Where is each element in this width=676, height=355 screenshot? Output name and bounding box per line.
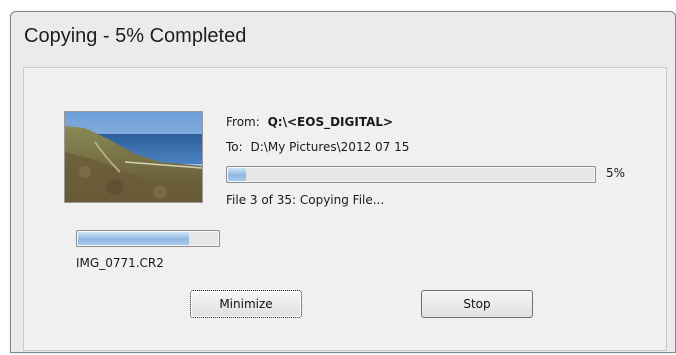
overall-progress-bar (226, 166, 596, 183)
window-title: Copying - 5% Completed (24, 25, 247, 47)
copy-dialog: Copying - 5% Completed From: Q:\<EOS_DIG… (10, 11, 676, 353)
from-label: From: (226, 115, 260, 129)
coastline-image-icon (65, 112, 202, 202)
from-value: Q:\<EOS_DIGITAL> (267, 115, 394, 129)
current-file-name: IMG_0771.CR2 (76, 256, 164, 270)
file-progress-fill (78, 232, 189, 245)
dialog-content: From: Q:\<EOS_DIGITAL> To: D:\My Picture… (23, 67, 667, 351)
to-row: To: D:\My Pictures\2012 07 15 (226, 140, 409, 154)
percent-text: 5% (606, 166, 626, 180)
stop-button[interactable]: Stop (421, 290, 533, 318)
from-row: From: Q:\<EOS_DIGITAL> (226, 115, 393, 129)
file-thumbnail (64, 111, 203, 203)
minimize-button[interactable]: Minimize (190, 290, 302, 318)
status-text: File 3 of 35: Copying File... (226, 193, 385, 207)
to-value: D:\My Pictures\2012 07 15 (250, 140, 410, 154)
to-label: To: (226, 140, 243, 154)
file-progress-bar (76, 230, 220, 247)
overall-progress-fill (228, 168, 247, 181)
